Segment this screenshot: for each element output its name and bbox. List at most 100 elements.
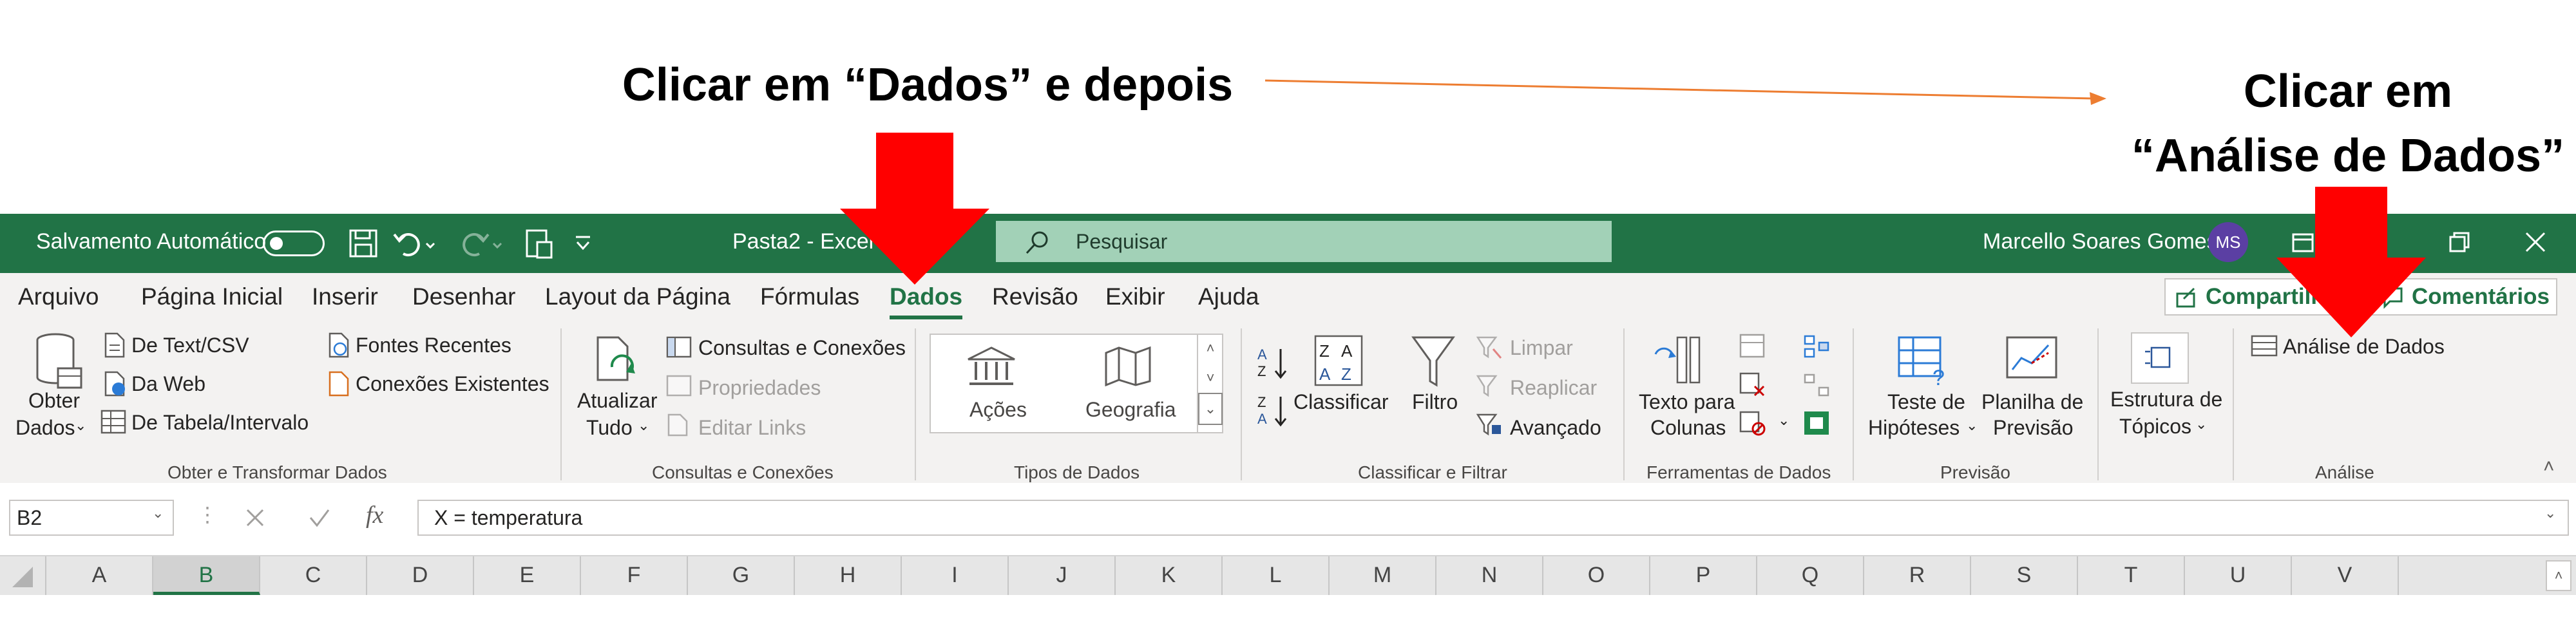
svg-text:Z: Z	[1341, 364, 1351, 384]
column-header-d[interactable]: D	[367, 556, 474, 595]
column-header-s[interactable]: S	[1971, 556, 2078, 595]
gallery-scroll[interactable]: ˄ ˅ ⌄	[1197, 334, 1223, 433]
tab-dados[interactable]: Dados	[890, 283, 963, 319]
tab-revisao[interactable]: Revisão	[992, 283, 1078, 310]
tab-ajuda[interactable]: Ajuda	[1198, 283, 1259, 310]
restore-window-icon[interactable]	[2448, 231, 2474, 256]
get-data-label-2[interactable]: Dados	[15, 416, 75, 440]
instruction-right-line1: Clicar em	[2243, 66, 2453, 117]
recent-sources-icon	[329, 332, 349, 358]
advanced-filter-icon	[1476, 413, 1501, 436]
name-box[interactable]: B2	[9, 500, 174, 536]
column-header-m[interactable]: M	[1330, 556, 1436, 595]
what-if-label-2[interactable]: Hipóteses	[1868, 416, 1960, 440]
column-header-p[interactable]: P	[1650, 556, 1757, 595]
avatar[interactable]: MS	[2208, 222, 2248, 262]
search-box[interactable]: Pesquisar	[996, 221, 1612, 262]
flash-fill-icon	[1739, 334, 1765, 358]
group-divider	[2233, 328, 2234, 480]
column-header-j[interactable]: J	[1009, 556, 1116, 595]
formula-bar: B2 ⌄ ⋮ fx X = temperatura ⌄	[0, 483, 2576, 555]
what-if-label-1[interactable]: Teste de	[1887, 390, 1965, 414]
chevron-down-icon[interactable]: ⌄	[152, 505, 164, 522]
group-divider	[1241, 328, 1242, 480]
group-divider	[2097, 328, 2099, 480]
chevron-down-icon[interactable]: ⌄	[2544, 505, 2556, 522]
formula-input[interactable]: X = temperatura	[417, 500, 2569, 536]
outline-label-2[interactable]: Tópicos	[2119, 415, 2191, 439]
refresh-all-label-1[interactable]: Atualizar	[577, 389, 658, 413]
column-header-g[interactable]: G	[688, 556, 795, 595]
outline-button[interactable]	[2131, 332, 2189, 384]
sort-dialog-icon: Z A A Z	[1314, 335, 1363, 386]
clear-button[interactable]: Limpar	[1510, 336, 1573, 360]
geography-label[interactable]: Geografia	[1085, 398, 1176, 422]
customize-qat-icon[interactable]	[573, 234, 593, 252]
tab-formulas[interactable]: Fórmulas	[760, 283, 859, 310]
red-arrow-analise	[2276, 187, 2426, 337]
enter-icon[interactable]	[308, 507, 331, 528]
forecast-sheet-label-1[interactable]: Planilha de	[1981, 390, 2083, 414]
recent-sources-button[interactable]: Fontes Recentes	[356, 334, 511, 357]
get-data-label-1[interactable]: Obter	[28, 389, 80, 413]
column-header-n[interactable]: N	[1436, 556, 1543, 595]
column-header-f[interactable]: F	[581, 556, 688, 595]
select-all-corner[interactable]	[0, 556, 46, 595]
column-header-k[interactable]: K	[1116, 556, 1223, 595]
column-header-u[interactable]: U	[2185, 556, 2292, 595]
data-types-gallery[interactable]: Ações Geografia	[930, 334, 1223, 433]
column-header-c[interactable]: C	[260, 556, 367, 595]
from-web-button[interactable]: Da Web	[131, 372, 205, 396]
tab-pagina-inicial[interactable]: Página Inicial	[141, 283, 283, 310]
autosave-toggle[interactable]	[263, 231, 325, 256]
column-header-l[interactable]: L	[1223, 556, 1330, 595]
tab-desenhar[interactable]: Desenhar	[412, 283, 515, 310]
cancel-icon[interactable]	[245, 507, 265, 528]
column-header-h[interactable]: H	[795, 556, 902, 595]
text-to-columns-label-1[interactable]: Texto para	[1639, 390, 1735, 414]
forecast-sheet-label-2[interactable]: Previsão	[1993, 416, 2074, 440]
clipboard-icon[interactable]	[523, 227, 554, 260]
outline-icon	[2145, 346, 2171, 368]
properties-button[interactable]: Propriedades	[698, 376, 821, 400]
collapse-ribbon-icon[interactable]: ˄	[2543, 456, 2555, 478]
column-header-v[interactable]: V	[2292, 556, 2399, 595]
column-header-r[interactable]: R	[1864, 556, 1971, 595]
column-header-q[interactable]: Q	[1757, 556, 1864, 595]
column-header-b[interactable]: B	[153, 556, 260, 595]
comments-label: Comentários	[2412, 284, 2550, 309]
undo-icon[interactable]	[393, 228, 438, 259]
refresh-all-label-2[interactable]: Tudo	[586, 416, 633, 440]
column-header-o[interactable]: O	[1543, 556, 1650, 595]
tab-layout-da-pagina[interactable]: Layout da Página	[545, 283, 730, 310]
table-icon	[100, 410, 126, 434]
advanced-button[interactable]: Avançado	[1510, 416, 1601, 440]
close-window-icon[interactable]	[2523, 229, 2548, 255]
existing-connections-button[interactable]: Conexões Existentes	[356, 372, 549, 396]
column-header-i[interactable]: I	[902, 556, 1009, 595]
tab-arquivo[interactable]: Arquivo	[18, 283, 99, 310]
tab-inserir[interactable]: Inserir	[312, 283, 378, 310]
save-icon[interactable]	[348, 228, 379, 259]
queries-connections-button[interactable]: Consultas e Conexões	[698, 336, 906, 360]
column-header-t[interactable]: T	[2078, 556, 2185, 595]
insert-function-icon[interactable]: fx	[366, 501, 383, 529]
edit-links-button[interactable]: Editar Links	[698, 416, 806, 440]
chevron-down-icon: ⌄	[1966, 417, 1978, 433]
filter-button[interactable]: Filtro	[1412, 390, 1458, 414]
reapply-button[interactable]: Reaplicar	[1510, 376, 1597, 400]
outline-label-1[interactable]: Estrutura de	[2110, 388, 2222, 411]
vertical-scrollbar-up[interactable]: ˄	[2546, 560, 2571, 591]
from-table-range-button[interactable]: De Tabela/Intervalo	[131, 411, 309, 435]
column-header-a[interactable]: A	[46, 556, 153, 595]
redo-icon[interactable]	[459, 228, 504, 259]
user-name[interactable]: Marcello Soares Gomes	[1983, 229, 2218, 254]
tab-exibir[interactable]: Exibir	[1105, 283, 1165, 310]
column-header-e[interactable]: E	[474, 556, 581, 595]
text-to-columns-label-2[interactable]: Colunas	[1650, 416, 1726, 440]
from-text-csv-button[interactable]: De Text/CSV	[131, 334, 249, 357]
sort-button[interactable]: Classificar	[1293, 390, 1389, 414]
stocks-label[interactable]: Ações	[969, 398, 1027, 422]
existing-connections-icon	[329, 371, 349, 397]
title-bar: Salvamento Automático Pasta2 - Excel Pes…	[0, 214, 2576, 273]
